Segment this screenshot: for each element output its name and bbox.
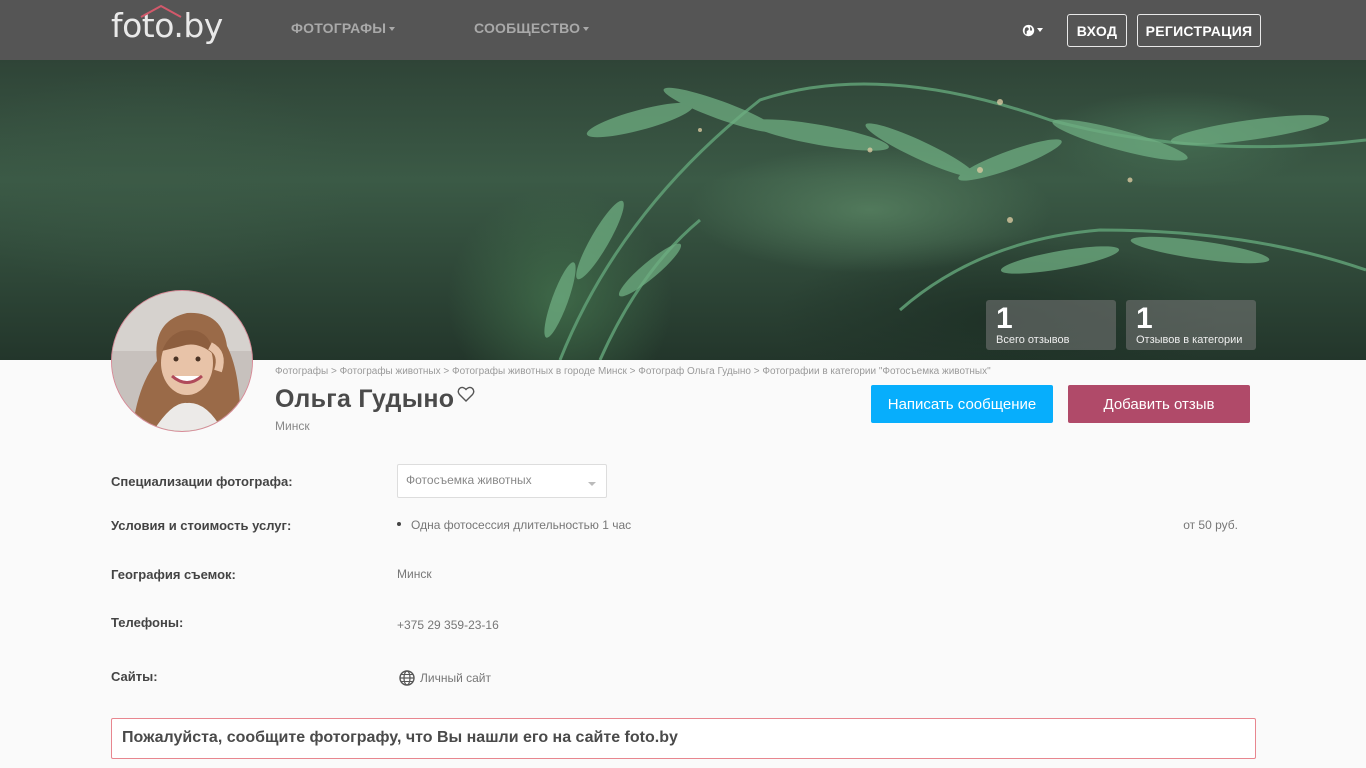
notice-text: Пожалуйста, сообщите фотографу, что Вы н…	[122, 729, 678, 746]
nav-photographers-label: ФОТОГРАФЫ	[291, 20, 387, 36]
breadcrumb-item[interactable]: Фотографии в категории "Фотосъемка живот…	[762, 366, 990, 377]
add-review-button[interactable]: Добавить отзыв	[1068, 385, 1250, 423]
stat-category-reviews-label: Отзывов в категории	[1136, 334, 1243, 346]
breadcrumb-item[interactable]: Фотографы	[275, 366, 328, 377]
breadcrumb-separator: >	[443, 366, 453, 377]
specialization-selected-value: Фотосъемка животных	[406, 473, 532, 487]
globe-icon	[1022, 24, 1035, 36]
nav-community[interactable]: СООБЩЕСТВО	[474, 20, 590, 36]
service-price: от 50 руб.	[1183, 518, 1238, 532]
specialization-select[interactable]: Фотосъемка животных	[397, 464, 607, 498]
profile-city: Минск	[275, 419, 310, 433]
heart-icon[interactable]	[457, 386, 475, 402]
nav-community-label: СООБЩЕСТВО	[474, 20, 581, 36]
top-navbar: foto.by ФОТОГРАФЫ СООБЩЕСТВО ВХОД РЕГИСТ…	[0, 0, 1366, 60]
avatar-portrait	[112, 291, 252, 431]
phone-value[interactable]: +375 29 359-23-16	[397, 618, 499, 632]
language-selector[interactable]	[1022, 21, 1048, 39]
stat-category-reviews: 1 Отзывов в категории	[1126, 300, 1256, 350]
globe-icon	[399, 670, 415, 686]
bullet-icon	[397, 521, 401, 526]
geography-value: Минск	[397, 567, 432, 581]
breadcrumb-item[interactable]: Фотографы животных	[340, 366, 441, 377]
personal-site-label: Личный сайт	[420, 671, 491, 685]
breadcrumb-separator: >	[629, 366, 639, 377]
nav-photographers[interactable]: ФОТОГРАФЫ	[291, 20, 396, 36]
register-button[interactable]: РЕГИСТРАЦИЯ	[1137, 14, 1261, 47]
send-message-button[interactable]: Написать сообщение	[871, 385, 1053, 423]
breadcrumb-separator: >	[330, 366, 340, 377]
site-logo[interactable]: foto.by	[111, 4, 223, 45]
stat-total-reviews-label: Всего отзывов	[996, 334, 1070, 346]
conditions-label: Условия и стоимость услуг:	[111, 518, 292, 533]
logo-roof-icon	[140, 4, 182, 18]
breadcrumb: Фотографы > Фотографы животных > Фотогра…	[275, 366, 991, 377]
avatar[interactable]	[111, 290, 253, 432]
sites-label: Сайты:	[111, 669, 158, 684]
stat-total-reviews: 1 Всего отзывов	[986, 300, 1116, 350]
chevron-down-icon	[583, 27, 590, 32]
chevron-down-icon	[389, 27, 396, 32]
personal-site-link[interactable]: Личный сайт	[399, 670, 491, 686]
geography-label: География съемок:	[111, 567, 236, 582]
login-button[interactable]: ВХОД	[1067, 14, 1127, 47]
breadcrumb-item[interactable]: Фотограф Ольга Гудыно	[638, 366, 751, 377]
breadcrumb-item[interactable]: Фотографы животных в городе Минск	[452, 366, 627, 377]
notice-box: Пожалуйста, сообщите фотографу, что Вы н…	[111, 718, 1256, 759]
stat-total-reviews-value: 1	[996, 302, 1013, 335]
specializations-label: Специализации фотографа:	[111, 474, 293, 489]
chevron-down-icon	[1037, 28, 1043, 33]
chevron-down-icon	[588, 482, 596, 486]
service-description: Одна фотосессия длительностью 1 час	[411, 518, 632, 532]
profile-name: Ольга Гудыно	[275, 385, 455, 413]
phones-label: Телефоны:	[111, 615, 184, 630]
service-item: Одна фотосессия длительностью 1 час	[397, 518, 631, 532]
stat-category-reviews-value: 1	[1136, 302, 1153, 335]
